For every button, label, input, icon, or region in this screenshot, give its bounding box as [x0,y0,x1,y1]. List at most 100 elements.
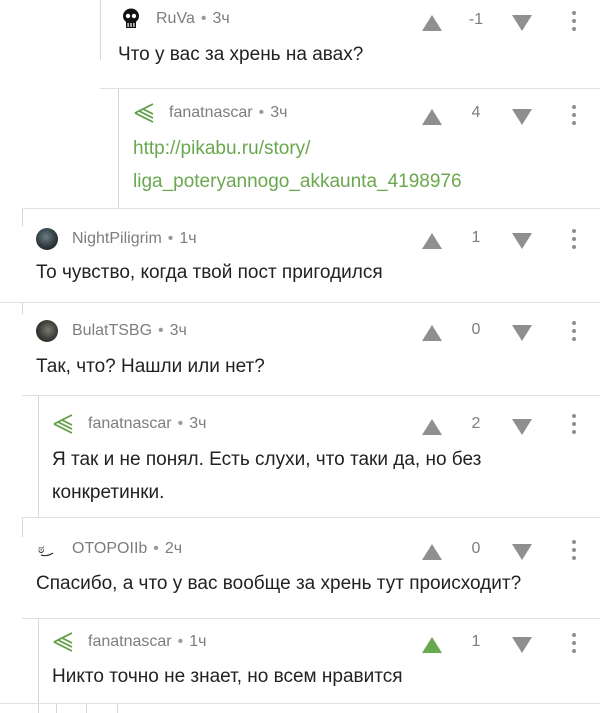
triangle-up-icon [422,325,442,341]
comment-header: RuVa • 3ч [120,4,230,34]
score: -1 [468,11,484,28]
timestamp: 2ч [164,540,183,557]
pikabu-mark-avatar[interactable] [52,631,74,653]
comment-text: Что у вас за хрень на авах? [118,44,364,65]
triangle-down-icon [512,544,532,560]
divider [22,517,600,518]
comment-header: fanatnascar • 3ч [52,409,206,439]
thread-line [86,703,87,713]
timestamp: 3ч [189,415,207,432]
kebab-menu-icon[interactable] [568,539,580,561]
thread-line [22,302,23,314]
pikabu-mark-avatar[interactable] [52,413,74,435]
author-name[interactable]: RuVa [156,10,195,28]
upvote-button[interactable] [421,232,443,250]
separator: • [200,10,207,27]
separator: • [153,540,159,557]
author-name[interactable]: fanatnascar [88,633,172,651]
author-name[interactable]: OTOPOIIb [72,540,147,558]
upvote-button[interactable] [421,418,443,436]
photo-avatar[interactable] [36,228,58,250]
triangle-down-icon [512,325,532,341]
link-line[interactable]: liga_poteryannogo_akkaunta_4198976 [133,165,462,198]
upvote-button[interactable] [421,636,443,654]
divider [22,208,600,209]
timestamp: 1ч [179,230,197,247]
timestamp: 3ч [169,322,187,339]
divider [0,703,600,704]
thread-line [22,208,23,226]
kebab-menu-icon[interactable] [568,228,580,250]
downvote-button[interactable] [511,108,533,126]
upvote-button[interactable] [421,324,443,342]
text-line: Я так и не понял. Есть слухи, что таки д… [52,449,482,470]
score: 4 [471,104,481,121]
kebab-menu-icon[interactable] [568,10,580,32]
divider [100,88,600,89]
thread-line [38,618,39,713]
timestamp: 1ч [189,633,207,650]
timestamp: 3ч [270,104,288,121]
photo-avatar[interactable] [36,320,58,342]
divider [22,618,600,619]
downvote-button[interactable] [511,636,533,654]
comment-text: Я так и не понял. Есть слухи, что таки д… [52,443,481,509]
downvote-button[interactable] [511,14,533,32]
separator: • [158,322,164,339]
kebab-menu-icon[interactable] [568,104,580,126]
triangle-down-icon [512,109,532,125]
score: 1 [471,633,481,650]
pikabu-mark-avatar[interactable] [133,102,155,124]
author-name[interactable]: NightPiligrim [72,230,162,248]
downvote-button[interactable] [511,324,533,342]
thread-line [22,517,23,537]
kebab-menu-icon[interactable] [568,632,580,654]
comment-text: То чувство, когда твой пост пригодился [36,262,383,283]
comment-text: Спасибо, а что у вас вообще за хрень тут… [36,573,522,594]
score: 0 [471,540,481,557]
score: 0 [471,321,481,338]
kebab-menu-icon[interactable] [568,413,580,435]
downvote-button[interactable] [511,232,533,250]
comment-header: fanatnascar • 1ч [52,627,206,657]
triangle-up-icon [422,544,442,560]
thread-line [117,703,118,713]
comment-header: NightPiligrim • 1ч [36,224,197,254]
separator: • [177,633,184,650]
upvote-button[interactable] [421,108,443,126]
comment-link[interactable]: http://pikabu.ru/story/ liga_poteryannog… [133,132,462,198]
link-line[interactable]: http://pikabu.ru/story/ [133,132,462,165]
skull-avatar[interactable] [120,8,142,30]
separator: • [258,104,265,121]
comment-text: Так, что? Нашли или нет? [36,356,265,377]
triangle-down-icon [512,637,532,653]
divider [22,395,600,396]
triangle-up-icon [422,233,442,249]
author-name[interactable]: fanatnascar [169,104,253,122]
thread-line [38,395,39,517]
upvote-button[interactable] [421,543,443,561]
svg-text:ಠ: ಠ [38,542,44,556]
kebab-menu-icon[interactable] [568,320,580,342]
emoticon-avatar[interactable]: ಠ [36,538,58,560]
thread-line [118,88,119,208]
author-name[interactable]: fanatnascar [88,415,172,433]
triangle-up-icon [422,419,442,435]
score: 2 [471,415,481,432]
author-name[interactable]: BulatTSBG [72,322,152,340]
separator: • [167,230,174,247]
separator: • [177,415,184,432]
text-line: конкретинки. [52,482,165,503]
comment-header: fanatnascar • 3ч [133,98,287,128]
downvote-button[interactable] [511,543,533,561]
divider [0,302,600,303]
upvote-button[interactable] [421,14,443,32]
score: 1 [471,229,481,246]
triangle-down-icon [512,233,532,249]
comment-text: Никто точно не знает, но всем нравится [52,666,403,687]
thread-line [56,703,57,713]
triangle-up-icon [422,637,442,653]
downvote-button[interactable] [511,418,533,436]
comment-header: ಠ OTOPOIIb • 2ч [36,534,182,564]
triangle-down-icon [512,15,532,31]
